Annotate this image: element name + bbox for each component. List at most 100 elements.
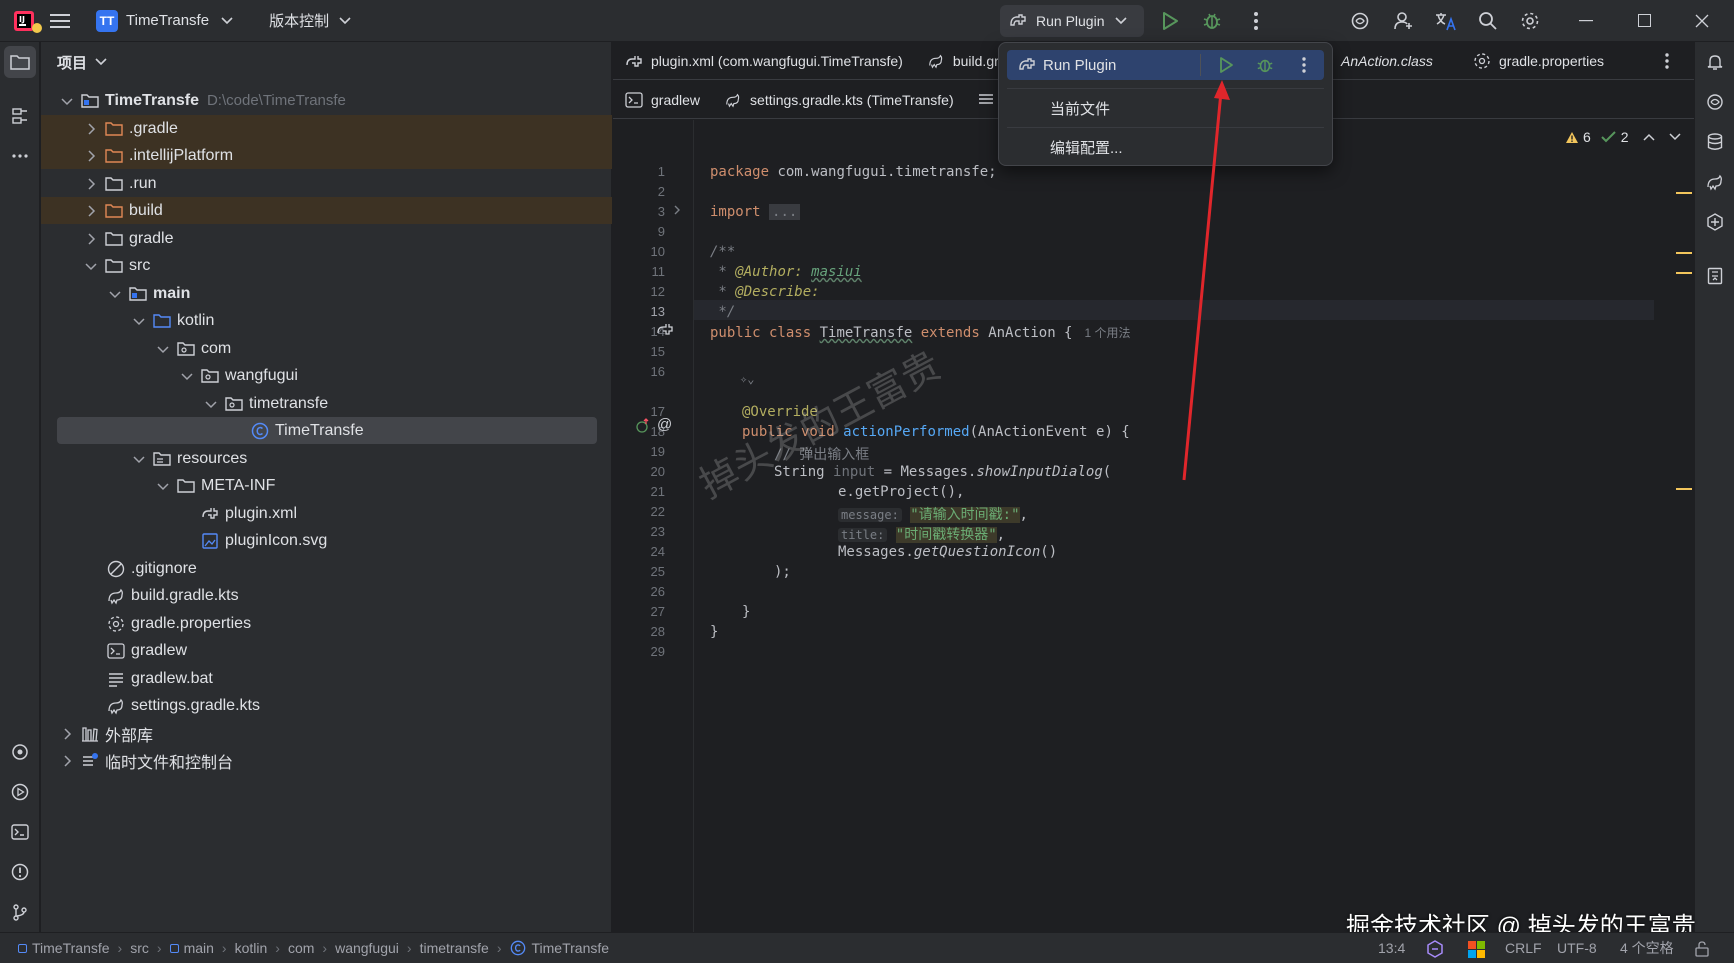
plugin-gutter-icon[interactable] (656, 321, 674, 337)
tree-item-pluginicon-svg[interactable]: pluginIcon.svg (41, 527, 612, 554)
popup-item-run-plugin[interactable]: Run Plugin (1007, 50, 1324, 80)
notifications-bell-icon[interactable] (1699, 46, 1731, 78)
override-marker-icon[interactable] (635, 418, 651, 434)
tab-gradlew[interactable]: gradlew (613, 81, 712, 119)
tree-item-src[interactable]: src (41, 252, 612, 279)
project-switcher[interactable]: TT TimeTransfe (88, 5, 241, 37)
ai-chat-icon[interactable] (1699, 86, 1731, 118)
tab-gradle-properties[interactable]: gradle.properties (1461, 42, 1616, 80)
error-stripe-mark[interactable] (1676, 272, 1692, 274)
error-stripe-mark[interactable] (1676, 192, 1692, 194)
tree-item-build[interactable]: build (41, 197, 612, 224)
popup-item-edit-config[interactable]: 编辑配置... (1007, 132, 1324, 162)
error-stripe-mark[interactable] (1676, 488, 1692, 490)
breadcrumb-item[interactable]: TimeTransfe (32, 940, 110, 956)
tree-item-com[interactable]: com (41, 335, 612, 362)
vcs-menu[interactable]: 版本控制 (261, 5, 359, 37)
run-tool-icon[interactable] (4, 776, 36, 808)
project-tool-icon[interactable] (4, 46, 36, 78)
tree-item-dotrun[interactable]: .run (41, 170, 612, 197)
panel-header[interactable]: 项目 (41, 42, 611, 82)
git-tool-icon[interactable] (4, 896, 36, 928)
more-tools-icon[interactable] (4, 140, 36, 172)
tab-anaction-class[interactable]: AnAction.class (1329, 42, 1445, 80)
copilot-tool-icon[interactable] (1699, 206, 1731, 238)
breadcrumb-item[interactable]: com (288, 940, 314, 956)
run-config-selector[interactable]: Run Plugin (1000, 4, 1144, 37)
popup-debug-bug-icon[interactable] (1256, 56, 1274, 74)
tree-item-kotlin[interactable]: kotlin (41, 307, 612, 334)
line-separator[interactable]: CRLF (1505, 940, 1542, 956)
tree-item-timetransfe-class[interactable]: TimeTransfe (57, 417, 597, 444)
copilot-status-icon[interactable] (1426, 940, 1444, 958)
maximize-button[interactable] (1626, 3, 1662, 39)
tree-item-dotgradle[interactable]: .gradle (41, 115, 612, 142)
structure-tool-icon[interactable] (4, 100, 36, 132)
settings-gear-icon[interactable] (1512, 3, 1548, 39)
code-line-24: Messages.getQuestionIcon() (838, 544, 1058, 560)
tab-settings-gradle-kts[interactable]: settings.gradle.kts (TimeTransfe) (712, 81, 966, 119)
tree-item-build-gradle-kts[interactable]: build.gradle.kts (41, 582, 612, 609)
tree-item-gradle[interactable]: gradle (41, 225, 612, 252)
debug-button[interactable] (1194, 3, 1230, 39)
shell-script-icon (625, 91, 643, 108)
chevron-up-icon[interactable] (1643, 133, 1655, 141)
chevron-down-icon (133, 317, 145, 325)
tree-root[interactable]: TimeTransfe D:\code\TimeTransfe (41, 87, 612, 114)
popup-more-icon[interactable] (1302, 57, 1306, 73)
tree-item-external-libraries[interactable]: 外部库 (41, 720, 612, 747)
tree-item-main[interactable]: main (41, 280, 612, 307)
breadcrumb-item[interactable]: src (130, 940, 149, 956)
tree-item-gradlew-bat[interactable]: gradlew.bat (41, 665, 612, 692)
breadcrumb-item[interactable]: kotlin (235, 940, 268, 956)
tree-item-plugin-xml[interactable]: plugin.xml (41, 500, 612, 527)
breadcrumb-item[interactable]: timetransfe (420, 940, 489, 956)
problems-tool-icon[interactable] (4, 856, 36, 888)
caret-position[interactable]: 13:4 (1378, 940, 1405, 956)
add-user-icon[interactable] (1386, 3, 1422, 39)
tree-item-resources[interactable]: resources (41, 445, 612, 472)
plugins-tool-icon[interactable] (4, 736, 36, 768)
run-button[interactable] (1152, 3, 1188, 39)
indent-setting[interactable]: 4 个空格 (1620, 938, 1674, 958)
gradle-tool-icon[interactable] (1699, 166, 1731, 198)
tree-item-gradlew[interactable]: gradlew (41, 637, 612, 664)
popup-current-file-label: 当前文件 (1050, 100, 1111, 118)
chevron-down-icon[interactable] (1669, 133, 1681, 141)
ai-hint-icon[interactable]: ✧⌄ (740, 372, 754, 386)
database-icon[interactable] (1699, 126, 1731, 158)
at-gutter-icon[interactable]: @ (657, 416, 672, 433)
more-actions-icon[interactable] (1238, 3, 1274, 39)
close-window-button[interactable] (1684, 3, 1720, 39)
tree-item-timetransfe[interactable]: timetransfe (41, 390, 612, 417)
breadcrumb-item[interactable]: TimeTransfe (532, 940, 610, 956)
file-encoding[interactable]: UTF-8 (1557, 940, 1597, 956)
translate-icon[interactable] (1428, 3, 1464, 39)
fold-expand-icon[interactable] (671, 204, 683, 216)
tree-item-settings-gradle-kts[interactable]: settings.gradle.kts (41, 692, 612, 719)
tree-item-scratches[interactable]: 临时文件和控制台 (41, 747, 612, 774)
popup-run-icon[interactable] (1218, 56, 1234, 74)
lock-icon[interactable] (1694, 941, 1710, 957)
bookmarks-tool-icon[interactable] (1699, 260, 1731, 292)
terminal-tool-icon[interactable] (4, 816, 36, 848)
tabs-more-icon[interactable] (1649, 43, 1685, 79)
error-stripe-mark[interactable] (1676, 252, 1692, 254)
tab-plugin-xml[interactable]: plugin.xml (com.wangfugui.TimeTransfe) (613, 42, 915, 80)
ai-assistant-icon[interactable] (1342, 3, 1378, 39)
popup-item-current-file[interactable]: 当前文件 (1007, 93, 1324, 123)
inspection-widget[interactable]: 6 2 (1565, 129, 1681, 145)
code-area[interactable]: package com.wangfugui.timetransfe; impor… (693, 120, 1654, 932)
breadcrumb-separator: › (117, 940, 123, 956)
minimize-button[interactable] (1568, 3, 1604, 39)
breadcrumb-item[interactable]: wangfugui (335, 940, 399, 956)
tree-item-meta-inf[interactable]: META-INF (41, 472, 612, 499)
tree-item-intellijplatform[interactable]: .intellijPlatform (41, 142, 612, 169)
tree-item-gitignore[interactable]: .gitignore (41, 555, 612, 582)
tree-item-wangfugui[interactable]: wangfugui (41, 362, 612, 389)
app-logo-icon[interactable]: IJ (6, 3, 42, 39)
breadcrumb-item[interactable]: main (184, 940, 214, 956)
search-icon[interactable] (1470, 3, 1506, 39)
tree-item-gradle-properties[interactable]: gradle.properties (41, 610, 612, 637)
main-menu-icon[interactable] (42, 3, 78, 39)
